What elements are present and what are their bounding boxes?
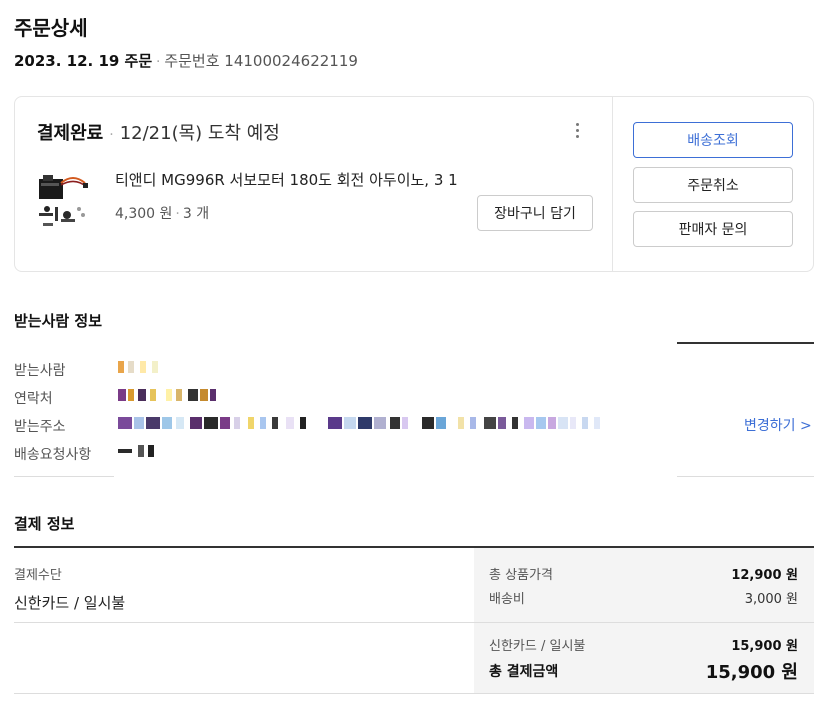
- recipient-address-label: 받는주소: [14, 419, 66, 435]
- shipping-fee-value: 3,000 원: [744, 592, 798, 607]
- order-item-panel: 결제완료 · 12/21(목) 도착 예정 티앤디 MG996R 서보모터 180도…: [15, 97, 613, 271]
- order-number: 14100024622119: [224, 52, 358, 70]
- recipient-name-masked: [118, 361, 168, 373]
- shipping-fee-label: 배송비: [489, 592, 525, 607]
- order-card: 결제완료 · 12/21(목) 도착 예정 티앤디 MG996R 서보모터 180도…: [14, 96, 814, 272]
- order-meta: 2023. 12. 19 주문 · 주문번호 14100024622119: [14, 52, 358, 70]
- recipient-address-masked: [118, 417, 608, 429]
- section-divider: [14, 693, 814, 694]
- page-title: 주문상세: [14, 16, 88, 40]
- recipient-section-title: 받는사람 정보: [14, 312, 103, 330]
- product-name[interactable]: 티앤디 MG996R 서보모터 180도 회전 아두이노, 3 1: [115, 169, 458, 190]
- order-date: 2023. 12. 19 주문: [14, 52, 153, 70]
- section-divider: [14, 476, 114, 477]
- grand-total-label: 총 결제금액: [489, 664, 559, 680]
- more-options-icon[interactable]: [573, 123, 581, 143]
- section-divider: [677, 476, 814, 477]
- product-total-value: 12,900 원: [731, 568, 798, 583]
- order-status: 결제완료: [37, 123, 104, 144]
- payment-section-title: 결제 정보: [14, 515, 75, 533]
- product-price-quantity: 4,300 원 · 3 개: [115, 206, 210, 222]
- delivery-status: 결제완료 · 12/21(목) 도착 예정: [37, 123, 280, 144]
- section-divider: [14, 622, 814, 623]
- arrival-date: 12/21(목) 도착 예정: [119, 123, 280, 144]
- delivery-request-label: 배송요청사항: [14, 447, 92, 463]
- recipient-phone-masked: [118, 389, 218, 401]
- recipient-phone-label: 연락처: [14, 391, 53, 407]
- grand-total-value: 15,900 원: [705, 662, 798, 683]
- track-delivery-button[interactable]: 배송조회: [633, 122, 793, 158]
- card-payment-value: 15,900 원: [731, 639, 798, 654]
- product-thumbnail[interactable]: [33, 169, 91, 231]
- payment-method-label: 결제수단: [14, 568, 62, 583]
- payment-method-value: 신한카드 / 일시불: [14, 594, 126, 612]
- cancel-order-button[interactable]: 주문취소: [633, 167, 793, 203]
- change-address-link[interactable]: 변경하기 >: [744, 415, 812, 435]
- add-to-cart-button[interactable]: 장바구니 담기: [477, 195, 593, 231]
- product-total-label: 총 상품가격: [489, 568, 553, 583]
- card-payment-label: 신한카드 / 일시불: [489, 639, 586, 654]
- recipient-name-label: 받는사람: [14, 363, 66, 379]
- product-price: 4,300 원: [115, 206, 173, 222]
- product-quantity: 3 개: [182, 206, 210, 222]
- order-number-label: 주문번호: [164, 52, 220, 70]
- section-divider: [677, 342, 814, 344]
- seller-inquiry-button[interactable]: 판매자 문의: [633, 211, 793, 247]
- delivery-request-masked: [118, 445, 158, 457]
